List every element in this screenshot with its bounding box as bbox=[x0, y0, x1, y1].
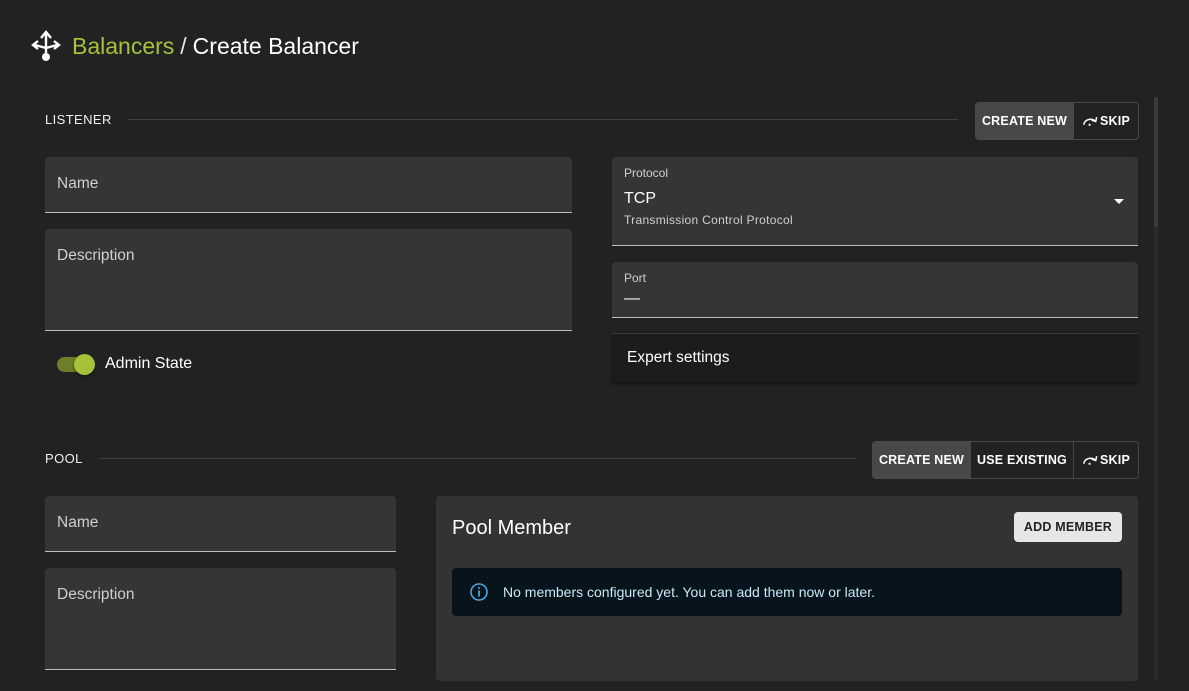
listener-description-field[interactable]: Description bbox=[45, 229, 572, 331]
listener-action-group: CREATE NEW SKIP bbox=[975, 102, 1139, 140]
listener-skip-button[interactable]: SKIP bbox=[1074, 103, 1138, 139]
load-balancer-icon bbox=[31, 30, 61, 61]
pool-member-title: Pool Member bbox=[452, 517, 571, 539]
skip-redo-icon bbox=[1083, 456, 1098, 465]
protocol-value: TCP bbox=[624, 190, 656, 207]
dropdown-caret-icon bbox=[1114, 199, 1124, 204]
listener-create-new-label: CREATE NEW bbox=[981, 114, 1068, 128]
port-field[interactable]: Port — bbox=[612, 262, 1138, 318]
page-header: Balancers / Create Balancer bbox=[30, 28, 359, 64]
add-member-label: ADD MEMBER bbox=[1023, 520, 1112, 534]
pool-section-header: POOL bbox=[45, 451, 857, 466]
port-value: — bbox=[624, 290, 640, 307]
listener-name-field[interactable]: Name bbox=[45, 157, 572, 213]
listener-skip-label: SKIP bbox=[1100, 114, 1130, 128]
protocol-label: Protocol bbox=[624, 166, 669, 180]
listener-name-placeholder: Name bbox=[57, 175, 99, 192]
admin-state-toggle[interactable]: Admin State bbox=[57, 353, 193, 375]
info-icon bbox=[470, 583, 488, 601]
listener-section-header: LISTENER bbox=[45, 112, 958, 127]
listener-description-placeholder: Description bbox=[57, 247, 135, 264]
pool-action-group: CREATE NEW USE EXISTING SKIP bbox=[872, 441, 1139, 479]
pool-use-existing-button[interactable]: USE EXISTING bbox=[971, 442, 1074, 478]
pool-create-new-button[interactable]: CREATE NEW bbox=[873, 442, 971, 478]
page-title: Create Balancer bbox=[192, 32, 359, 59]
listener-create-new-button[interactable]: CREATE NEW bbox=[976, 103, 1074, 139]
pool-use-existing-label: USE EXISTING bbox=[977, 453, 1067, 467]
pool-name-placeholder: Name bbox=[57, 514, 99, 531]
admin-state-switch[interactable] bbox=[57, 353, 95, 375]
breadcrumb-balancers-link[interactable]: Balancers bbox=[72, 33, 174, 60]
expert-settings-expander[interactable]: Expert settings bbox=[612, 333, 1138, 382]
listener-section-title: LISTENER bbox=[45, 112, 112, 127]
pool-create-new-label: CREATE NEW bbox=[878, 453, 965, 467]
skip-redo-icon bbox=[1083, 117, 1098, 126]
pool-skip-label: SKIP bbox=[1100, 453, 1130, 467]
listener-divider bbox=[127, 119, 958, 120]
pool-description-field[interactable]: Description bbox=[45, 568, 396, 670]
no-members-alert: No members configured yet. You can add t… bbox=[452, 568, 1122, 616]
protocol-select[interactable]: Protocol TCP Transmission Control Protoc… bbox=[612, 157, 1138, 246]
page-scrollbar-thumb[interactable] bbox=[1154, 97, 1158, 227]
add-member-button[interactable]: ADD MEMBER bbox=[1013, 512, 1122, 542]
port-label: Port bbox=[624, 271, 647, 285]
pool-member-card: Pool Member ADD MEMBER No members config… bbox=[436, 496, 1138, 681]
pool-description-placeholder: Description bbox=[57, 586, 135, 603]
admin-state-label: Admin State bbox=[105, 355, 193, 372]
no-members-message: No members configured yet. You can add t… bbox=[503, 584, 875, 600]
protocol-description: Transmission Control Protocol bbox=[624, 213, 793, 227]
pool-skip-button[interactable]: SKIP bbox=[1074, 442, 1138, 478]
pool-divider bbox=[98, 458, 857, 459]
pool-name-field[interactable]: Name bbox=[45, 496, 396, 552]
breadcrumb-separator: / bbox=[180, 32, 187, 59]
pool-section-title: POOL bbox=[45, 451, 83, 466]
admin-state-switch-thumb bbox=[74, 353, 95, 375]
expert-settings-label: Expert settings bbox=[627, 349, 730, 366]
